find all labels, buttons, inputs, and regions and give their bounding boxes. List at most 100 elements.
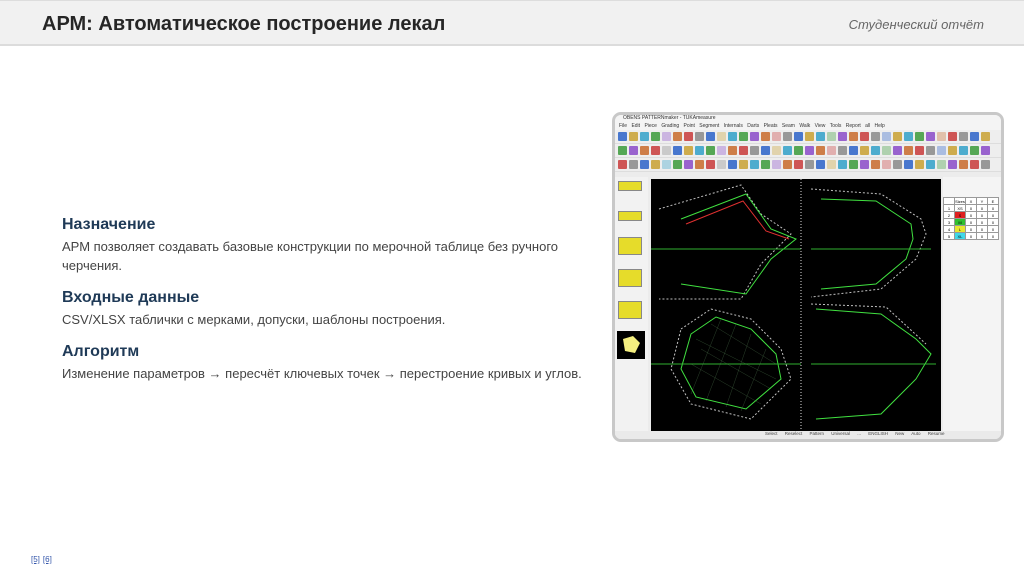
toolbar-button-icon[interactable] (816, 146, 825, 155)
toolbar-button-icon[interactable] (739, 146, 748, 155)
toolbar-button-icon[interactable] (959, 160, 968, 169)
toolbar-button-icon[interactable] (959, 132, 968, 141)
toolbar-button-icon[interactable] (761, 132, 770, 141)
toolbar-button-icon[interactable] (838, 146, 847, 155)
toolbar-button-icon[interactable] (673, 146, 682, 155)
toolbar-button-icon[interactable] (926, 160, 935, 169)
toolbar-button-icon[interactable] (750, 132, 759, 141)
table-row[interactable]: 1 XS 0 0 0 (943, 204, 999, 212)
piece-thumb[interactable] (618, 301, 642, 319)
toolbar-button-icon[interactable] (904, 160, 913, 169)
toolbar-button-icon[interactable] (893, 160, 902, 169)
toolbar-button-icon[interactable] (651, 146, 660, 155)
toolbar-button-icon[interactable] (695, 146, 704, 155)
toolbar-button-icon[interactable] (706, 146, 715, 155)
toolbar-button-icon[interactable] (937, 132, 946, 141)
toolbar-button-icon[interactable] (750, 160, 759, 169)
table-row[interactable]: 4L000 (943, 225, 999, 233)
toolbar-button-icon[interactable] (882, 160, 891, 169)
piece-thumb-selected[interactable] (617, 331, 645, 359)
toolbar-button-icon[interactable] (783, 160, 792, 169)
toolbar-button-icon[interactable] (662, 132, 671, 141)
toolbar-button-icon[interactable] (750, 146, 759, 155)
reference-link[interactable]: [5] (31, 555, 40, 564)
toolbar-button-icon[interactable] (794, 132, 803, 141)
toolbar-button-icon[interactable] (717, 160, 726, 169)
toolbar-button-icon[interactable] (640, 160, 649, 169)
toolbar-button-icon[interactable] (728, 132, 737, 141)
toolbar-button-icon[interactable] (915, 146, 924, 155)
toolbar-button-icon[interactable] (684, 132, 693, 141)
toolbar-button-icon[interactable] (706, 132, 715, 141)
toolbar-button-icon[interactable] (871, 160, 880, 169)
toolbar-button-icon[interactable] (827, 146, 836, 155)
toolbar-button-icon[interactable] (783, 146, 792, 155)
toolbar-button-icon[interactable] (981, 132, 990, 141)
toolbar-button-icon[interactable] (695, 132, 704, 141)
toolbar-button-icon[interactable] (882, 146, 891, 155)
toolbar-button-icon[interactable] (761, 160, 770, 169)
toolbar-button-icon[interactable] (926, 146, 935, 155)
toolbar-button-icon[interactable] (651, 132, 660, 141)
toolbar-button-icon[interactable] (772, 160, 781, 169)
toolbar-button-icon[interactable] (684, 146, 693, 155)
toolbar-button-icon[interactable] (629, 132, 638, 141)
toolbar-button-icon[interactable] (871, 146, 880, 155)
toolbar-button-icon[interactable] (860, 132, 869, 141)
toolbar-button-icon[interactable] (805, 132, 814, 141)
piece-thumb[interactable] (618, 211, 642, 221)
drawing-canvas[interactable] (651, 179, 941, 432)
toolbar-button-icon[interactable] (728, 146, 737, 155)
piece-thumb[interactable] (618, 269, 642, 287)
toolbar-button-icon[interactable] (629, 160, 638, 169)
toolbar-button-icon[interactable] (827, 132, 836, 141)
piece-thumb[interactable] (618, 181, 642, 191)
toolbar-button-icon[interactable] (981, 160, 990, 169)
toolbar-button-icon[interactable] (904, 146, 913, 155)
toolbar-button-icon[interactable] (970, 132, 979, 141)
toolbar-button-icon[interactable] (970, 160, 979, 169)
toolbar-button-icon[interactable] (937, 146, 946, 155)
toolbar-button-icon[interactable] (717, 146, 726, 155)
toolbar-button-icon[interactable] (882, 132, 891, 141)
toolbar-button-icon[interactable] (827, 160, 836, 169)
toolbar-button-icon[interactable] (662, 146, 671, 155)
toolbar-button-icon[interactable] (904, 132, 913, 141)
toolbar-button-icon[interactable] (860, 146, 869, 155)
toolbar-button-icon[interactable] (695, 160, 704, 169)
toolbar-button-icon[interactable] (849, 146, 858, 155)
toolbar-button-icon[interactable] (926, 132, 935, 141)
toolbar-button-icon[interactable] (717, 132, 726, 141)
toolbar-button-icon[interactable] (739, 160, 748, 169)
piece-thumb[interactable] (618, 237, 642, 255)
toolbar-button-icon[interactable] (739, 132, 748, 141)
toolbar-button-icon[interactable] (948, 132, 957, 141)
toolbar-button-icon[interactable] (618, 160, 627, 169)
toolbar-button-icon[interactable] (816, 132, 825, 141)
toolbar-button-icon[interactable] (970, 146, 979, 155)
toolbar-button-icon[interactable] (618, 132, 627, 141)
toolbar-button-icon[interactable] (948, 160, 957, 169)
toolbar-button-icon[interactable] (871, 132, 880, 141)
toolbar-button-icon[interactable] (772, 132, 781, 141)
toolbar-button-icon[interactable] (838, 160, 847, 169)
toolbar-button-icon[interactable] (937, 160, 946, 169)
toolbar-button-icon[interactable] (684, 160, 693, 169)
toolbar-button-icon[interactable] (849, 160, 858, 169)
toolbar-button-icon[interactable] (915, 160, 924, 169)
toolbar-button-icon[interactable] (860, 160, 869, 169)
toolbar-button-icon[interactable] (948, 146, 957, 155)
toolbar-button-icon[interactable] (838, 132, 847, 141)
toolbar-button-icon[interactable] (662, 160, 671, 169)
toolbar-button-icon[interactable] (706, 160, 715, 169)
toolbar-button-icon[interactable] (849, 132, 858, 141)
toolbar-button-icon[interactable] (981, 146, 990, 155)
toolbar-button-icon[interactable] (629, 146, 638, 155)
reference-link[interactable]: [6] (43, 555, 52, 564)
table-row[interactable]: 3M000 (943, 218, 999, 226)
table-row[interactable]: 5 XL 0 0 0 (943, 232, 999, 240)
toolbar-button-icon[interactable] (805, 146, 814, 155)
toolbar-button-icon[interactable] (794, 160, 803, 169)
toolbar-button-icon[interactable] (761, 146, 770, 155)
toolbar-button-icon[interactable] (651, 160, 660, 169)
